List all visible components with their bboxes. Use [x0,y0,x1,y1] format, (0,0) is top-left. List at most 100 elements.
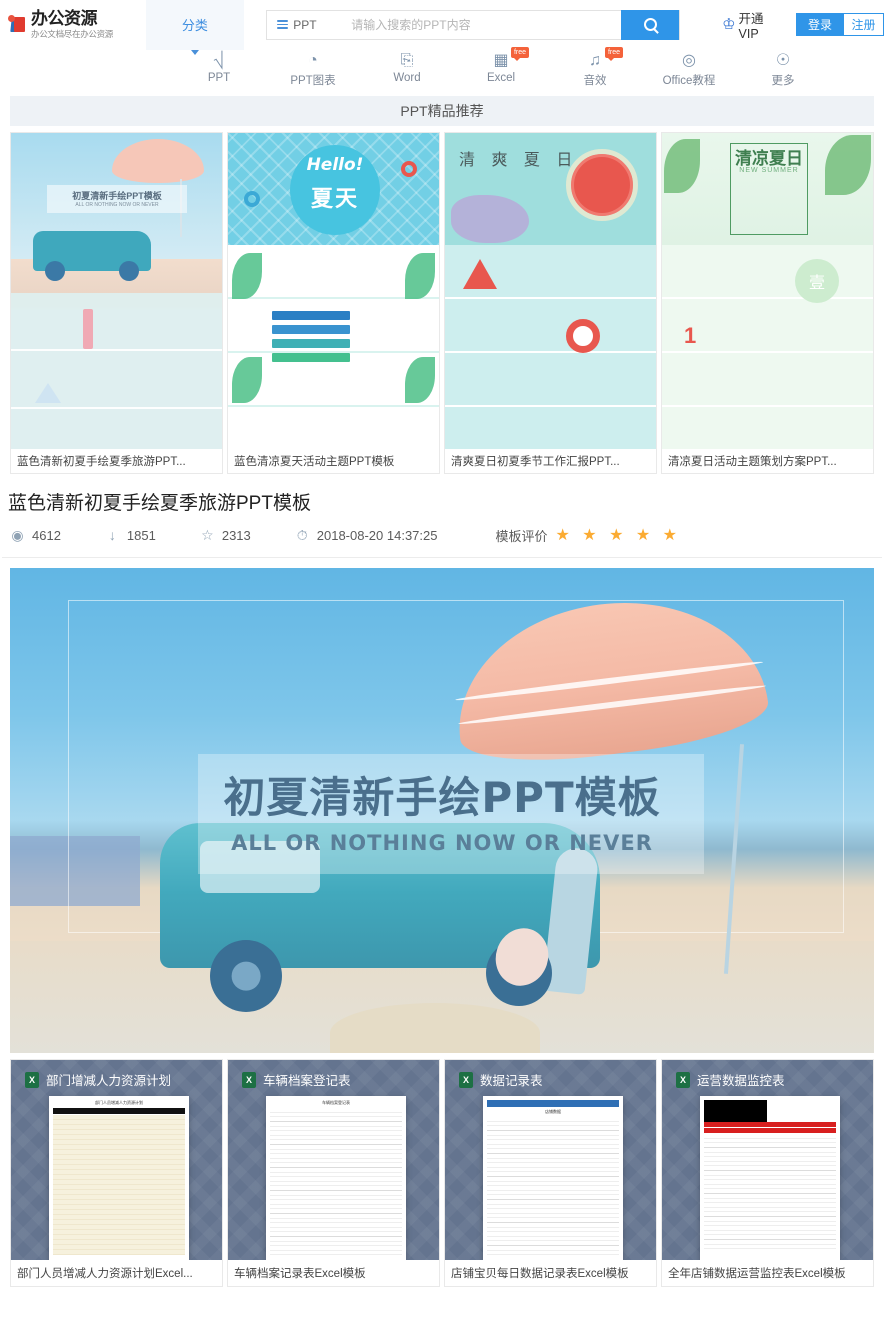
excel-sheet-title: 车辆档案登记表 [322,1100,350,1105]
search-type-dropdown[interactable]: PPT [267,11,345,39]
template-thumbnail-green-summer[interactable]: 清凉夏日 NEW SUMMER 壹 1 [662,133,873,449]
word-doc-icon: ⎘ [400,52,414,69]
register-label: 注册 [851,18,876,32]
excel-card[interactable]: X 车辆档案登记表 车辆档案登记表 车辆档案记录表Excel模板 [227,1059,440,1287]
nav-label-audio: 音效 [583,75,607,87]
login-label: 登录 [807,18,832,32]
eye-icon: ◉ [11,526,24,543]
downloads-value: 1851 [126,527,156,543]
excel-card-caption: 全年店铺数据运营监控表Excel模板 [668,1268,846,1280]
play-circle-icon: ◎ [682,52,696,69]
excel-card-row: X 部门增减人力资源计划 部门人员增减人力资源计划 部门人员增减人力资源计划Ex… [0,1053,884,1287]
recommend-section-title: PPT精品推荐 [10,96,874,126]
nav-item-ppt-chart[interactable]: ◔ PPT图表 [284,50,342,88]
excel-card-caption: 车辆档案记录表Excel模板 [234,1268,366,1280]
more-dots-icon: ☉ [775,52,791,69]
template-rating: 模板评价 ★ ★ ★ ★ ★ [495,525,681,545]
nav-item-audio[interactable]: ♫ free 音效 [566,47,624,88]
search-type-label: PPT [293,17,317,32]
login-button[interactable]: 登录 [795,13,844,36]
register-button[interactable]: 注册 [843,13,884,36]
excel-sheet-preview [700,1096,840,1260]
template-thumbnail-pool[interactable]: Hello! 夏天 [228,133,439,449]
nav-item-more[interactable]: ☉ 更多 [754,50,812,88]
site-header: 办公资源 办公文档尽在办公资源 分类 PPT ♔ 开通VIP 登录 注册 [0,0,884,55]
excel-card[interactable]: X 部门增减人力资源计划 部门人员增减人力资源计划 部门人员增减人力资源计划Ex… [10,1059,223,1287]
recommend-card[interactable]: 清 爽 夏 日 清爽夏日初夏季节工作汇报PPT... [444,132,657,474]
thumb-title: 初夏清新手绘PPT模板 [72,191,162,201]
thumb-subtitle: ALL OR NOTHING NOW OR NEVER [75,202,159,208]
thumb-subtitle: 夏天 [310,186,359,211]
excel-card-caption: 部门人员增减人力资源计划Excel... [17,1268,193,1280]
excel-card[interactable]: X 运营数据监控表 全年店铺数据运营监控表Excel模板 [661,1059,874,1287]
open-vip-link[interactable]: ♔ 开通VIP [722,8,780,41]
recommend-card-caption: 蓝色清新初夏手绘夏季旅游PPT... [17,456,186,468]
publish-date-value: 2018-08-20 14:37:25 [316,527,438,543]
nav-label-ppt-chart: PPT图表 [290,75,336,87]
nav-label-excel: Excel [486,72,516,84]
search-icon [643,18,657,31]
thumb-subtitle: NEW SUMMER [739,167,799,174]
recommend-card[interactable]: Hello! 夏天 蓝色清凉夏天活动主题PPT模板 [227,132,440,474]
nav-item-excel[interactable]: ▦ free Excel [472,47,530,84]
excel-file-icon: X [25,1071,39,1088]
recommend-card[interactable]: 清凉夏日 NEW SUMMER 壹 1 清凉夏日活动主题策划方案PPT... [661,132,874,474]
auth-buttons: 登录 注册 [795,13,884,36]
excel-thumbnail[interactable]: X 运营数据监控表 [662,1060,873,1260]
recommend-card[interactable]: 初夏清新手绘PPT模板 ALL OR NOTHING NOW OR NEVER … [10,132,223,474]
template-preview-image[interactable]: 初夏清新手绘PPT模板 ALL OR NOTHING NOW OR NEVER [10,568,874,1053]
excel-card-header: 车辆档案登记表 [263,1074,351,1088]
excel-sheet-preview: 店铺数据 [483,1096,623,1260]
template-thumbnail-beach[interactable]: 初夏清新手绘PPT模板 ALL OR NOTHING NOW OR NEVER [11,133,222,449]
category-tab[interactable]: 分类 [145,0,245,55]
excel-card[interactable]: X 数据记录表 店铺数据 店铺宝贝每日数据记录表Excel模板 [444,1059,657,1287]
excel-thumbnail[interactable]: X 部门增减人力资源计划 部门人员增减人力资源计划 [11,1060,222,1260]
excel-thumbnail[interactable]: X 车辆档案登记表 车辆档案登记表 [228,1060,439,1260]
pie-chart-icon: ◔ [308,52,318,69]
free-badge-excel: free [510,47,529,61]
favorites-value: 2313 [221,527,251,543]
logo-subtitle: 办公文档尽在办公资源 [31,28,114,39]
template-meta-row: ◉ 4612 ↓ 1851 ☆ 2313 ⏱ 2018-08-20 14:37:… [2,521,882,558]
excel-card-caption: 店铺宝贝每日数据记录表Excel模板 [451,1268,629,1280]
preview-wheel [210,940,282,1012]
main-nav: ⎷ PPT ◔ PPT图表 ⎘ Word ▦ free Excel ♫ free… [0,47,884,90]
music-note-icon: ♫ [589,52,601,69]
site-logo[interactable]: 办公资源 办公文档尽在办公资源 [0,8,142,39]
preview-caption: 初夏清新手绘PPT模板 ALL OR NOTHING NOW OR NEVER [10,764,874,855]
open-vip-label: 开通VIP [738,12,764,41]
nav-item-office-tutorial[interactable]: ◎ Office教程 [660,50,718,88]
excel-file-icon: X [459,1071,473,1088]
page-title: 蓝色清新初夏手绘夏季旅游PPT模板 [8,493,311,514]
search-input[interactable] [345,10,622,39]
hamburger-icon [277,18,289,31]
views-value: 4612 [32,527,61,543]
search-button[interactable] [621,9,680,40]
nav-item-ppt[interactable]: ⎷ PPT [190,50,248,84]
thumb-title: 清凉夏日 [735,149,803,168]
template-thumbnail-watermelon[interactable]: 清 爽 夏 日 [445,133,656,449]
excel-file-icon: X [242,1071,256,1088]
star-outline-icon: ☆ [201,526,214,543]
free-badge-audio: free [604,47,623,61]
favorites-stat: ☆ 2313 [200,527,251,544]
nav-label-ppt: PPT [207,72,231,84]
recommend-card-caption: 蓝色清凉夏天活动主题PPT模板 [234,456,395,468]
excel-thumbnail[interactable]: X 数据记录表 店铺数据 [445,1060,656,1260]
recommend-card-caption: 清凉夏日活动主题策划方案PPT... [668,456,837,468]
excel-sheet-title: 店铺数据 [545,1109,561,1114]
rating-stars[interactable]: ★ ★ ★ ★ ★ [556,525,682,545]
downloads-stat: ↓ 1851 [105,527,156,543]
excel-file-icon: X [676,1071,690,1088]
nav-label-more: 更多 [771,75,795,87]
recommend-card-caption: 清爽夏日初夏季节工作汇报PPT... [451,456,620,468]
nav-item-word[interactable]: ⎘ Word [378,50,436,84]
logo-title: 办公资源 [31,8,98,29]
thumb-title: Hello! [306,155,364,175]
excel-card-header: 数据记录表 [480,1074,543,1088]
excel-sheet-title: 部门人员增减人力资源计划 [95,1100,143,1105]
nav-label-office-tutorial: Office教程 [662,75,716,87]
excel-grid-icon: ▦ [493,52,509,69]
clock-icon: ⏱ [296,526,308,543]
ppt-screen-icon: ⎷ [213,52,225,69]
